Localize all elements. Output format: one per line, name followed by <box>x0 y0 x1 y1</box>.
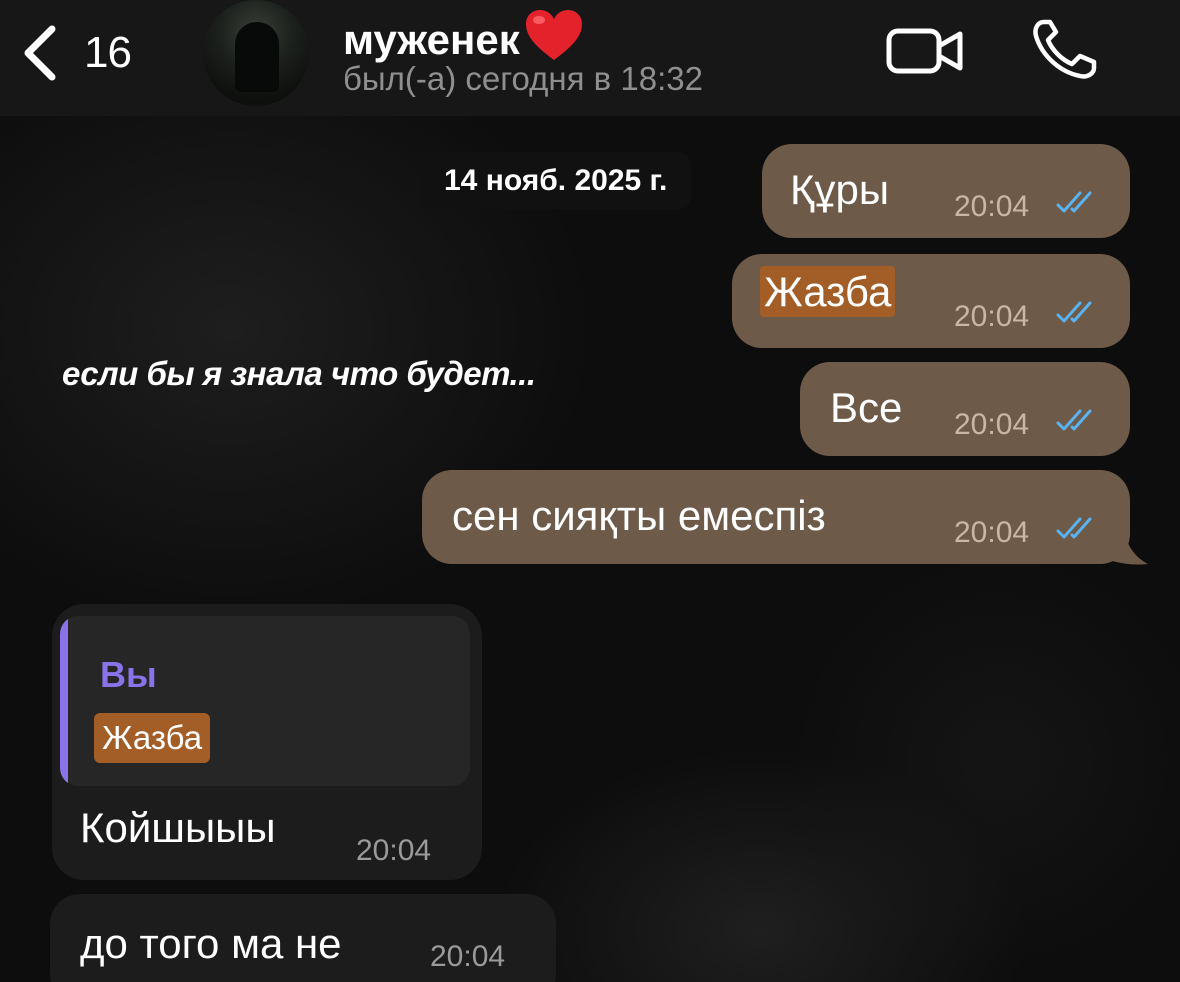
message-text: Койшыыы <box>80 804 276 851</box>
message-time: 20:04 <box>430 940 506 973</box>
chevron-left-icon <box>20 23 60 83</box>
reply-quoted-text: Жазба <box>94 713 211 763</box>
message-text: до того ма не <box>80 920 342 967</box>
reply-author: Вы <box>100 654 157 695</box>
message-text: Құры <box>790 166 890 213</box>
read-ticks-icon <box>1056 299 1100 330</box>
incoming-message[interactable]: до того ма не 20:04 <box>50 894 556 982</box>
message-time: 20:04 <box>356 834 432 867</box>
phone-icon <box>1030 19 1100 84</box>
chat-header: 16 муженек был(-а) сегодня в 18:32 <box>0 0 1180 116</box>
back-button[interactable]: 16 <box>20 18 170 88</box>
read-ticks-icon <box>1056 407 1100 438</box>
message-time: 20:04 <box>954 190 1030 223</box>
bubble-tail <box>1100 520 1148 565</box>
reply-accent-bar <box>60 616 68 786</box>
contact-name-text: муженек <box>343 16 520 63</box>
message-text: Все <box>830 384 903 431</box>
outgoing-message[interactable]: Құры 20:04 <box>762 144 1130 238</box>
video-icon <box>886 28 966 80</box>
message-text: сен сияқты емеспіз <box>452 492 826 539</box>
unread-count: 16 <box>84 28 132 77</box>
message-time: 20:04 <box>954 516 1030 549</box>
outgoing-message[interactable]: сен сияқты емеспіз 20:04 <box>422 470 1130 564</box>
avatar[interactable] <box>203 0 309 106</box>
message-time: 20:04 <box>954 300 1030 333</box>
voice-call-button[interactable] <box>1030 18 1100 80</box>
date-separator: 14 нояб. 2025 г. <box>420 152 692 210</box>
outgoing-message[interactable]: Жазба 20:04 <box>732 254 1130 348</box>
outgoing-message[interactable]: Все 20:04 <box>800 362 1130 456</box>
read-ticks-icon <box>1056 515 1100 546</box>
search-highlight: Жазба <box>760 266 896 317</box>
message-text: Жазба <box>760 266 896 317</box>
read-ticks-icon <box>1056 189 1100 220</box>
chat-screen: 16 муженек был(-а) сегодня в 18:32 14 но… <box>0 0 1180 982</box>
incoming-message[interactable]: Вы Жазба Койшыыы 20:04 <box>52 604 482 880</box>
contact-status: был(-а) сегодня в 18:32 <box>343 60 703 97</box>
message-time: 20:04 <box>954 408 1030 441</box>
reply-quote[interactable]: Вы Жазба <box>60 616 470 786</box>
video-call-button[interactable] <box>886 26 966 76</box>
overlay-caption: если бы я знала что будет... <box>62 355 536 392</box>
